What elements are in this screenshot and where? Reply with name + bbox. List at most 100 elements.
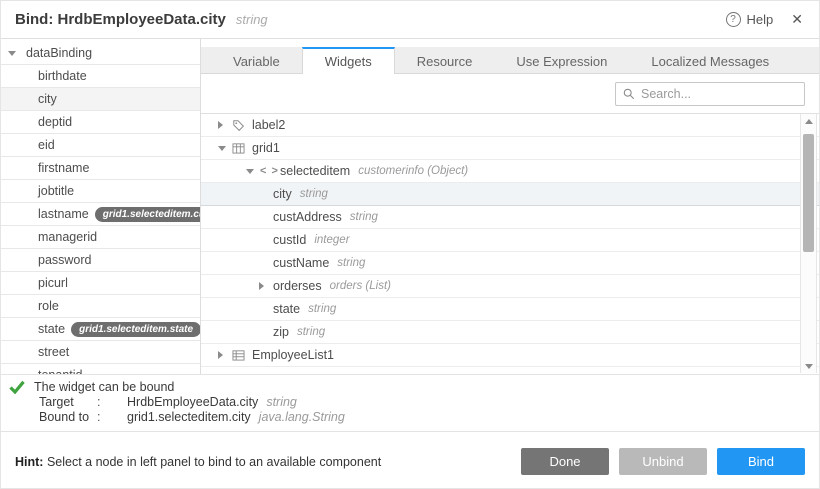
hint-text: Hint: Select a node in left panel to bin… — [15, 455, 381, 469]
tab-widgets[interactable]: Widgets — [302, 47, 395, 74]
search-input[interactable] — [641, 87, 804, 101]
tree-node-type: customerinfo (Object) — [358, 165, 468, 177]
help-label: Help — [747, 12, 774, 27]
sidebar-item-street[interactable]: street — [1, 341, 200, 364]
tree-node-type: string — [308, 303, 336, 315]
sidebar-item-tenantid[interactable]: tenantid — [1, 364, 200, 374]
tag-icon — [232, 119, 252, 132]
sidebar-item-label: birthdate — [38, 69, 87, 83]
tab-localized-messages[interactable]: Localized Messages — [629, 47, 791, 73]
scroll-down-icon[interactable] — [801, 359, 816, 373]
dialog-header: Bind: HrdbEmployeeData.city string ? Hel… — [1, 1, 819, 39]
tree-node-label: label2 — [252, 118, 285, 132]
tab-resource[interactable]: Resource — [395, 47, 495, 73]
chevron-right-icon[interactable] — [259, 282, 273, 290]
chevron-down-icon[interactable] — [246, 169, 260, 174]
sidebar-item-label: eid — [38, 138, 55, 152]
sidebar-item-label: jobtitle — [38, 184, 74, 198]
search-box — [615, 82, 805, 106]
tree-node-label: orderses — [273, 279, 322, 293]
tab-bar: Variable Widgets Resource Use Expression… — [201, 47, 819, 74]
sidebar-item-deptid[interactable]: deptid — [1, 111, 200, 134]
sidebar-item-label: role — [38, 299, 59, 313]
tree-row-selecteditem[interactable]: < > selecteditem customerinfo (Object) — [201, 160, 819, 183]
check-icon — [9, 380, 25, 394]
binding-badge: grid1.selecteditem.state — [71, 322, 200, 337]
tree-row-custaddress[interactable]: custAddress string — [201, 206, 819, 229]
sidebar-item-picurl[interactable]: picurl — [1, 272, 200, 295]
tree-node-label: custId — [273, 233, 306, 247]
vertical-scrollbar[interactable] — [800, 114, 817, 373]
sidebar-item-label: city — [38, 92, 57, 106]
sidebar-item-managerid[interactable]: managerid — [1, 226, 200, 249]
sidebar-item-label: password — [38, 253, 92, 267]
binding-sidebar: dataBinding birthdate city deptid eid fi… — [1, 39, 201, 374]
tree-row-label2[interactable]: label2 — [201, 114, 819, 137]
sidebar-item-databinding[interactable]: dataBinding — [1, 42, 200, 65]
sidebar-item-state[interactable]: state grid1.selecteditem.state — [1, 318, 200, 341]
dialog-footer: Hint: Select a node in left panel to bin… — [1, 433, 819, 489]
status-target-row: Target : HrdbEmployeeData.city string — [39, 395, 811, 409]
sidebar-item-password[interactable]: password — [1, 249, 200, 272]
tree-row-state[interactable]: state string — [201, 298, 819, 321]
tree-node-label: city — [273, 187, 292, 201]
chevron-right-icon[interactable] — [218, 351, 232, 359]
boundto-type: java.lang.String — [259, 410, 345, 424]
sidebar-item-lastname[interactable]: lastname grid1.selecteditem.custNam — [1, 203, 200, 226]
sidebar-item-eid[interactable]: eid — [1, 134, 200, 157]
tree-node-label: state — [273, 302, 300, 316]
scroll-up-icon[interactable] — [801, 114, 816, 128]
bind-button[interactable]: Bind — [717, 448, 805, 475]
done-button[interactable]: Done — [521, 448, 609, 475]
grid-icon — [232, 142, 252, 154]
tree-row-orderses[interactable]: orderses orders (List) — [201, 275, 819, 298]
tree-node-label: custName — [273, 256, 329, 270]
chevron-down-icon — [8, 51, 16, 56]
bind-dialog: Bind: HrdbEmployeeData.city string ? Hel… — [0, 0, 820, 489]
tab-variable[interactable]: Variable — [211, 47, 302, 73]
sidebar-item-city[interactable]: city — [1, 88, 200, 111]
tree-node-label: grid1 — [252, 141, 280, 155]
colon: : — [97, 410, 127, 424]
search-row — [201, 74, 819, 114]
tree-node-label: selecteditem — [280, 164, 350, 178]
chevron-right-icon[interactable] — [218, 121, 232, 129]
list-icon — [232, 349, 252, 361]
boundto-value: grid1.selecteditem.city — [127, 410, 251, 424]
tree-node-type: string — [337, 257, 365, 269]
close-icon[interactable]: ✕ — [791, 11, 803, 28]
search-icon — [623, 88, 635, 100]
help-button[interactable]: ? Help — [726, 12, 774, 27]
sidebar-item-label: lastname — [38, 207, 89, 221]
target-type: string — [266, 395, 297, 409]
sidebar-item-birthdate[interactable]: birthdate — [1, 65, 200, 88]
tree-row-grid1[interactable]: grid1 — [201, 137, 819, 160]
tree-row-city[interactable]: city string — [201, 183, 819, 206]
hint-body: Select a node in left panel to bind to a… — [43, 455, 381, 469]
bind-source-panel: Variable Widgets Resource Use Expression… — [201, 39, 819, 374]
dialog-title: Bind: HrdbEmployeeData.city — [15, 11, 226, 28]
sidebar-item-role[interactable]: role — [1, 295, 200, 318]
sidebar-item-jobtitle[interactable]: jobtitle — [1, 180, 200, 203]
tree-node-type: string — [350, 211, 378, 223]
tree-row-employeelist1[interactable]: EmployeeList1 — [201, 344, 819, 367]
sidebar-item-firstname[interactable]: firstname — [1, 157, 200, 180]
tab-use-expression[interactable]: Use Expression — [494, 47, 629, 73]
tree-node-label: EmployeeList1 — [252, 348, 334, 362]
target-value: HrdbEmployeeData.city — [127, 395, 258, 409]
unbind-button[interactable]: Unbind — [619, 448, 707, 475]
sidebar-item-label: firstname — [38, 161, 89, 175]
tree-row-custid[interactable]: custId integer — [201, 229, 819, 252]
chevron-down-icon[interactable] — [218, 146, 232, 151]
tree-node-type: integer — [314, 234, 349, 246]
status-message: The widget can be bound — [34, 380, 174, 394]
tree-node-type: string — [300, 188, 328, 200]
sidebar-root-label: dataBinding — [26, 46, 92, 60]
sidebar-item-label: state — [38, 322, 65, 336]
tree-node-label: zip — [273, 325, 289, 339]
tree-row-zip[interactable]: zip string — [201, 321, 819, 344]
sidebar-item-label: managerid — [38, 230, 97, 244]
tree-node-label: custAddress — [273, 210, 342, 224]
tree-row-custname[interactable]: custName string — [201, 252, 819, 275]
scrollbar-thumb[interactable] — [803, 134, 814, 252]
